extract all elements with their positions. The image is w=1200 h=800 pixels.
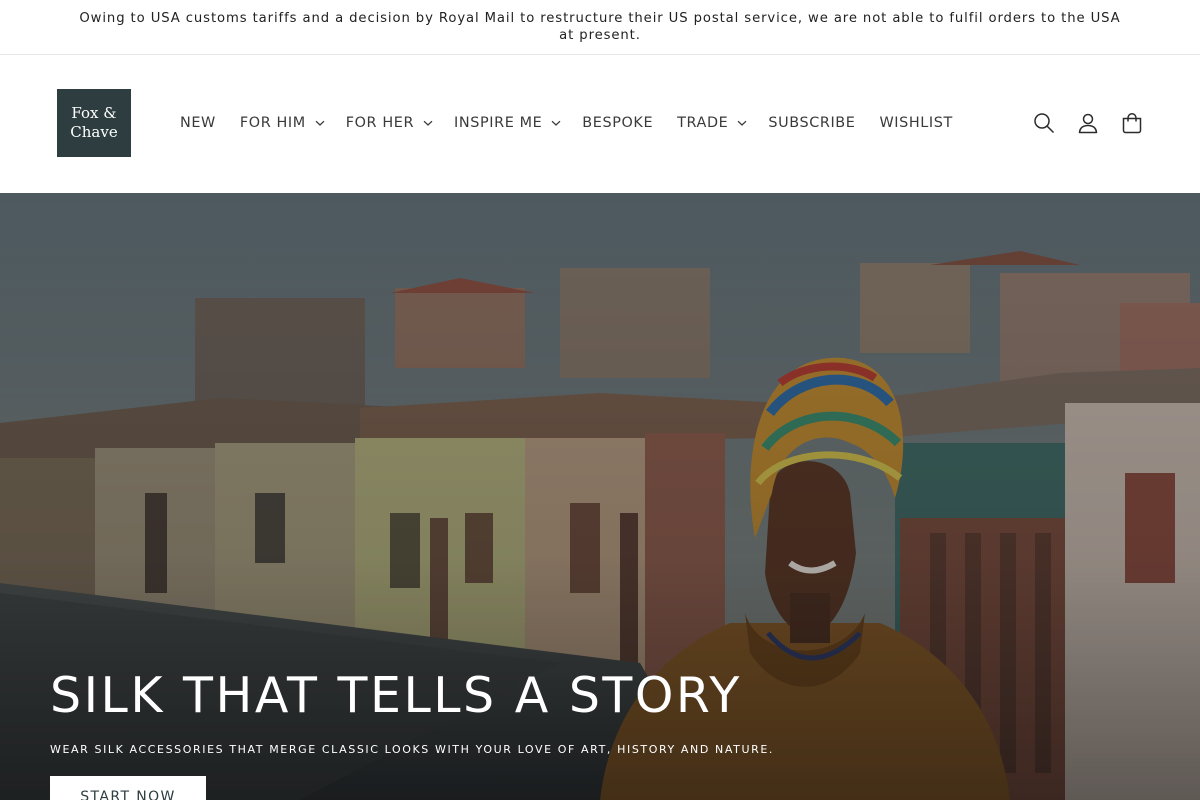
nav-label: FOR HIM bbox=[239, 115, 306, 131]
header-actions bbox=[1022, 105, 1154, 141]
nav-item-inspire-me[interactable]: INSPIRE ME bbox=[438, 112, 566, 134]
main-navigation: NEW FOR HIM FOR HER INSPIRE ME BESPOKE T… bbox=[168, 112, 965, 134]
nav-label: TRADE bbox=[677, 115, 729, 131]
nav-item-for-him[interactable]: FOR HIM bbox=[228, 112, 330, 134]
logo-line-2: Chave bbox=[70, 123, 118, 141]
nav-item-trade[interactable]: TRADE bbox=[665, 112, 752, 134]
cart-icon bbox=[1122, 113, 1142, 134]
account-icon bbox=[1078, 113, 1098, 134]
start-now-button[interactable]: START NOW bbox=[50, 776, 206, 800]
nav-label: SUBSCRIBE bbox=[768, 115, 856, 131]
brand-logo[interactable]: Fox & Chave bbox=[57, 89, 131, 157]
chevron-down-icon bbox=[736, 117, 748, 129]
announcement-text: Owing to USA customs tariffs and a decis… bbox=[79, 11, 1121, 43]
chevron-down-icon bbox=[314, 117, 326, 129]
chevron-down-icon bbox=[550, 117, 562, 129]
search-button[interactable] bbox=[1022, 105, 1066, 141]
hero-title: SILK THAT TELLS A STORY bbox=[50, 667, 742, 724]
search-icon bbox=[1034, 113, 1055, 134]
hero-banner: SILK THAT TELLS A STORY WEAR SILK ACCESS… bbox=[0, 193, 1200, 800]
logo-line-1: Fox & bbox=[71, 104, 117, 122]
nav-label: NEW bbox=[180, 115, 216, 131]
nav-label: FOR HER bbox=[345, 115, 415, 131]
nav-item-wishlist[interactable]: WISHLIST bbox=[867, 112, 964, 134]
nav-item-subscribe[interactable]: SUBSCRIBE bbox=[752, 112, 867, 134]
site-header: Fox & Chave NEW FOR HIM FOR HER INSPIRE … bbox=[0, 55, 1200, 193]
announcement-bar: Owing to USA customs tariffs and a decis… bbox=[0, 0, 1200, 55]
hero-subtitle: WEAR SILK ACCESSORIES THAT MERGE CLASSIC… bbox=[50, 743, 775, 756]
nav-item-new[interactable]: NEW bbox=[168, 112, 228, 134]
account-button[interactable] bbox=[1066, 105, 1110, 141]
nav-item-for-her[interactable]: FOR HER bbox=[330, 112, 438, 134]
nav-label: WISHLIST bbox=[879, 115, 953, 131]
chevron-down-icon bbox=[422, 117, 434, 129]
nav-label: INSPIRE ME bbox=[454, 115, 543, 131]
nav-label: BESPOKE bbox=[582, 115, 654, 131]
cart-button[interactable] bbox=[1110, 105, 1154, 141]
nav-item-bespoke[interactable]: BESPOKE bbox=[566, 112, 665, 134]
